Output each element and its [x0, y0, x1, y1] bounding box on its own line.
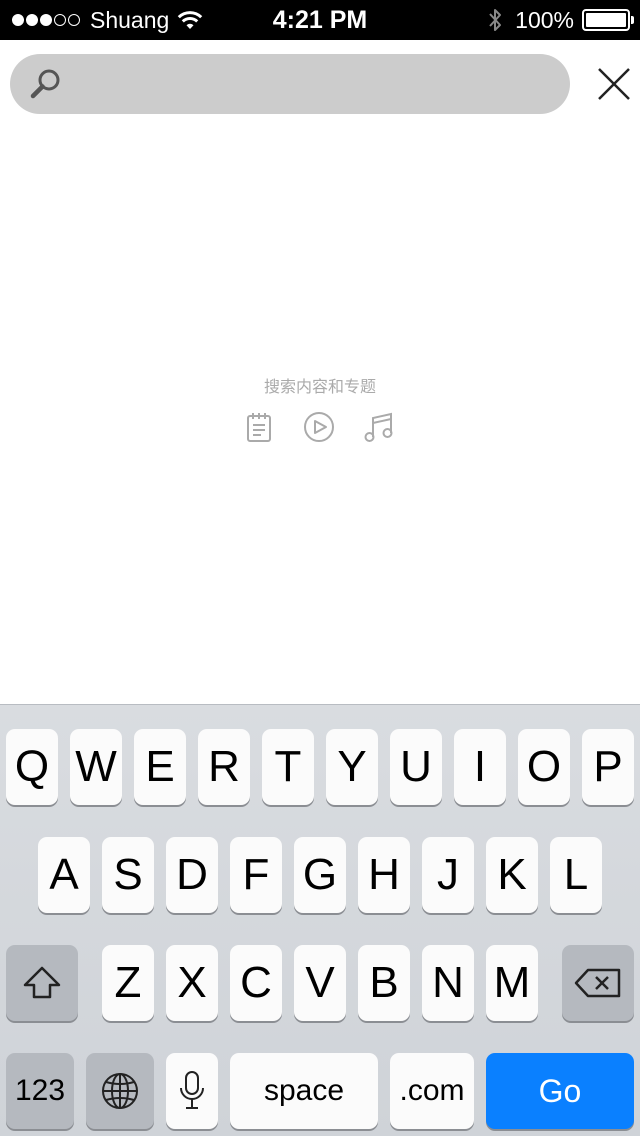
search-box[interactable] — [10, 54, 570, 114]
space-key[interactable]: space — [230, 1053, 378, 1129]
close-button[interactable] — [592, 62, 636, 106]
backspace-key[interactable] — [562, 945, 634, 1021]
search-row — [0, 40, 640, 128]
hint-icons — [0, 410, 640, 446]
search-icon — [30, 69, 60, 99]
key-q[interactable]: Q — [6, 729, 58, 805]
microphone-key[interactable] — [166, 1053, 218, 1129]
key-u[interactable]: U — [390, 729, 442, 805]
key-m[interactable]: M — [486, 945, 538, 1021]
key-y[interactable]: Y — [326, 729, 378, 805]
key-h[interactable]: H — [358, 837, 410, 913]
key-k[interactable]: K — [486, 837, 538, 913]
status-bar: Shuang 4:21 PM 100% — [0, 0, 640, 40]
signal-dot — [26, 14, 38, 26]
signal-strength-icon — [12, 14, 82, 26]
key-w[interactable]: W — [70, 729, 122, 805]
battery-icon — [582, 9, 634, 31]
key-r[interactable]: R — [198, 729, 250, 805]
backspace-icon — [574, 968, 621, 998]
key-v[interactable]: V — [294, 945, 346, 1021]
shift-icon — [23, 966, 61, 999]
key-s[interactable]: S — [102, 837, 154, 913]
status-right: 100% — [487, 6, 634, 34]
globe-key[interactable] — [86, 1053, 154, 1129]
keyboard: 123 space .com Go QWERTYUIOP ASDFGHJKL ZXC… — [0, 704, 640, 1136]
key-p[interactable]: P — [582, 729, 634, 805]
key-n[interactable]: N — [422, 945, 474, 1021]
key-z[interactable]: Z — [102, 945, 154, 1021]
signal-dot — [54, 14, 66, 26]
key-o[interactable]: O — [518, 729, 570, 805]
wifi-icon — [178, 11, 203, 29]
key-a[interactable]: A — [38, 837, 90, 913]
play-icon — [304, 412, 334, 442]
key-e[interactable]: E — [134, 729, 186, 805]
signal-dot — [40, 14, 52, 26]
bluetooth-icon — [489, 9, 502, 31]
key-c[interactable]: C — [230, 945, 282, 1021]
key-b[interactable]: B — [358, 945, 410, 1021]
signal-dot — [68, 14, 80, 26]
notepad-icon — [247, 413, 271, 442]
globe-icon — [102, 1073, 138, 1109]
key-x[interactable]: X — [166, 945, 218, 1021]
key-t[interactable]: T — [262, 729, 314, 805]
status-left: Shuang — [12, 7, 203, 34]
screen: Shuang 4:21 PM 100% 搜索内容和专题 123 space .c… — [0, 0, 640, 1136]
battery-percent: 100% — [515, 6, 574, 33]
search-input[interactable] — [74, 54, 554, 114]
music-note-icon — [364, 412, 393, 442]
numbers-key[interactable]: 123 — [6, 1053, 74, 1129]
key-g[interactable]: G — [294, 837, 346, 913]
microphone-icon — [180, 1071, 204, 1109]
key-d[interactable]: D — [166, 837, 218, 913]
empty-state-hint: 搜索内容和专题 — [263, 377, 376, 396]
shift-key[interactable] — [6, 945, 78, 1021]
key-j[interactable]: J — [422, 837, 474, 913]
signal-dot — [12, 14, 24, 26]
key-i[interactable]: I — [454, 729, 506, 805]
dotcom-key[interactable]: .com — [390, 1053, 474, 1129]
go-button[interactable]: Go — [486, 1053, 634, 1129]
carrier-name: Shuang — [90, 6, 170, 33]
key-l[interactable]: L — [550, 837, 602, 913]
key-f[interactable]: F — [230, 837, 282, 913]
close-icon — [598, 68, 630, 100]
